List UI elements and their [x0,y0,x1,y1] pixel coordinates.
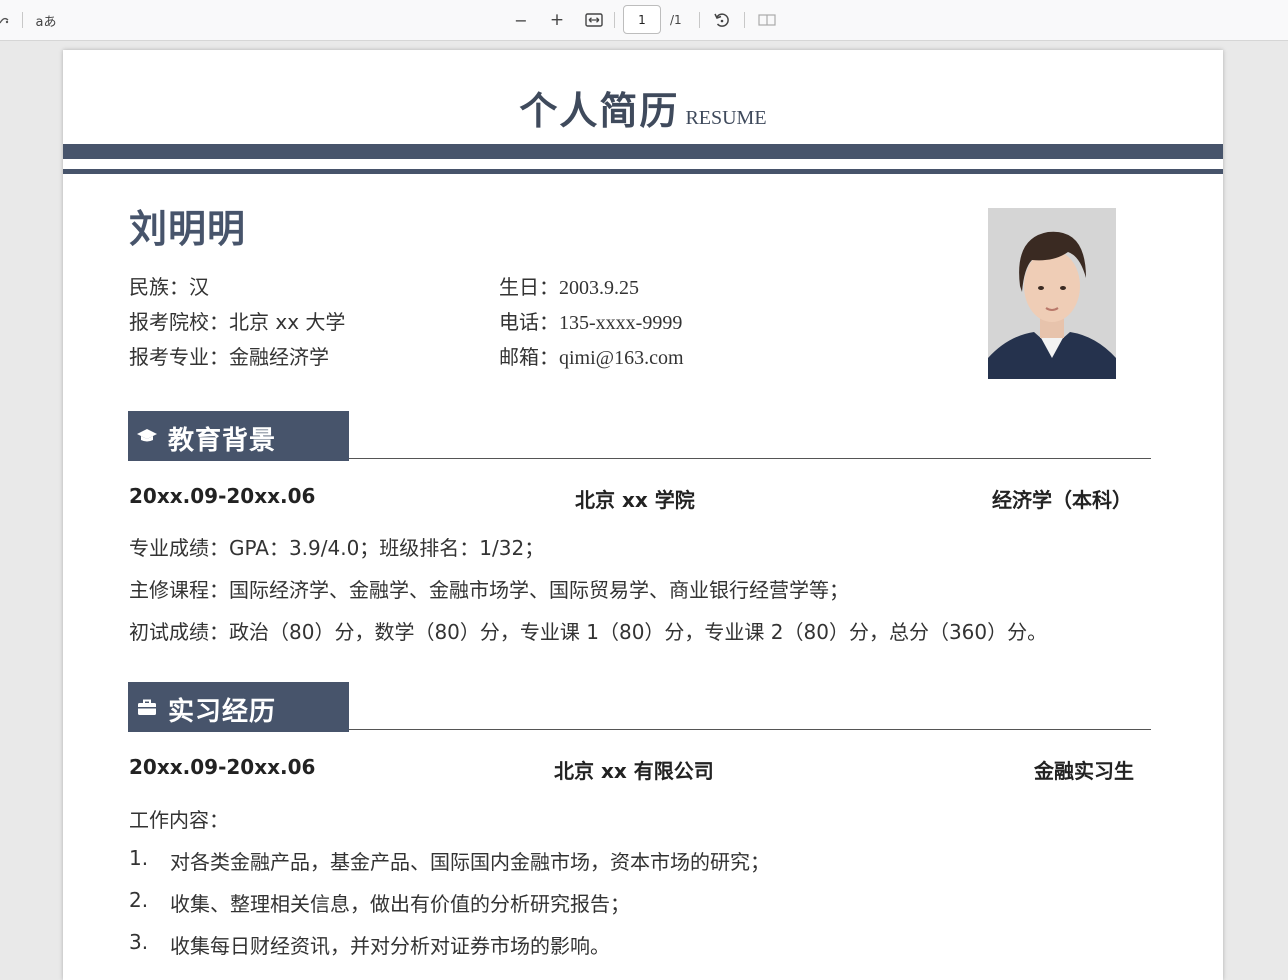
internship-period: 20xx.09-20xx.06 [129,755,316,779]
page-number-input[interactable]: 1 [623,5,661,34]
education-school: 北京 xx 学院 [575,488,695,512]
minus-icon: − [514,10,528,30]
major-value: 金融经济学 [229,345,329,369]
ethnicity-label: 民族： [129,275,189,299]
text-size-button[interactable]: aあ [33,0,59,40]
birthday-value: 2003.9.25 [559,277,639,299]
graduation-cap-icon [137,429,157,442]
school-field: 报考院校：北京 xx 大学 [129,306,345,335]
toolbar-separator [614,12,615,28]
email-field: 邮箱：qimi@163.com [499,341,684,370]
education-heading: 教育背景 [128,411,349,461]
list-item: 对各类金融产品，基金产品、国际国内金融市场，资本市场的研究； [170,850,770,874]
list-number: 2. [129,888,149,912]
resume-title: 个人简历 RESUME [63,80,1223,135]
work-content-label: 工作内容： [129,808,229,832]
title-main: 个人简历 [519,89,680,133]
email-value: qimi@163.com [559,347,684,369]
list-number: 3. [129,930,149,954]
header-band-thin [63,169,1223,174]
phone-field: 电话：135-xxxx-9999 [499,306,682,335]
toolbar-separator [22,12,23,28]
section-rule [349,729,1151,730]
ethnicity-field: 民族：汉 [129,271,209,300]
fit-width-icon [585,13,603,27]
toolbar-separator [699,12,700,28]
two-page-icon [758,14,776,26]
rotate-button[interactable] [711,0,733,40]
list-item: 收集每日财经资讯，并对分析对证券市场的影响。 [170,934,610,958]
education-line: 初试成绩：政治（80）分，数学（80）分，专业课 1（80）分，专业课 2（80… [129,620,1048,644]
school-label: 报考院校： [129,310,229,334]
zoom-out-button[interactable]: − [512,0,530,40]
two-page-view-button[interactable] [757,0,777,40]
internship-heading-label: 实习经历 [168,697,277,727]
candidate-name: 刘明明 [129,207,247,251]
internship-heading: 实习经历 [128,682,349,732]
education-period: 20xx.09-20xx.06 [129,484,316,508]
toolbar-separator [744,12,745,28]
list-item: 收集、整理相关信息，做出有价值的分析研究报告； [170,892,630,916]
major-field: 报考专业：金融经济学 [129,341,329,370]
email-label: 邮箱： [499,345,559,369]
education-degree: 经济学（本科） [992,488,1132,512]
internship-company: 北京 xx 有限公司 [554,759,714,783]
text-size-label: aあ [35,14,57,30]
internship-role: 金融实习生 [1034,759,1134,783]
plus-icon: + [549,10,565,30]
education-line: 主修课程：国际经济学、金融学、金融市场学、国际贸易学、商业银行经营学等； [129,578,849,602]
section-rule [349,458,1151,459]
phone-label: 电话： [499,310,559,334]
birthday-field: 生日：2003.9.25 [499,271,639,300]
fit-width-button[interactable] [583,0,605,40]
list-number: 1. [129,846,149,870]
page-total: /1 [670,13,682,27]
major-label: 报考专业： [129,345,229,369]
resume-page: 个人简历 RESUME 刘明明 民族：汉 报考院校：北京 xx 大学 报考专业：金… [63,50,1223,980]
profile-photo [988,208,1116,379]
briefcase-icon [138,699,156,715]
phone-value: 135-xxxx-9999 [559,312,683,334]
education-heading-label: 教育背景 [168,426,277,456]
title-english: RESUME [685,107,767,129]
birthday-label: 生日： [499,275,559,299]
ethnicity-value: 汉 [189,275,209,299]
education-line: 专业成绩：GPA：3.9/4.0；班级排名：1/32； [129,536,545,560]
header-band-thick [63,144,1223,159]
zoom-in-button[interactable]: + [548,0,566,40]
read-aloud-icon[interactable] [0,0,12,40]
pdf-toolbar: aあ − + 1 /1 [0,0,1288,41]
school-value: 北京 xx 大学 [229,310,346,334]
rotate-icon [714,13,729,27]
